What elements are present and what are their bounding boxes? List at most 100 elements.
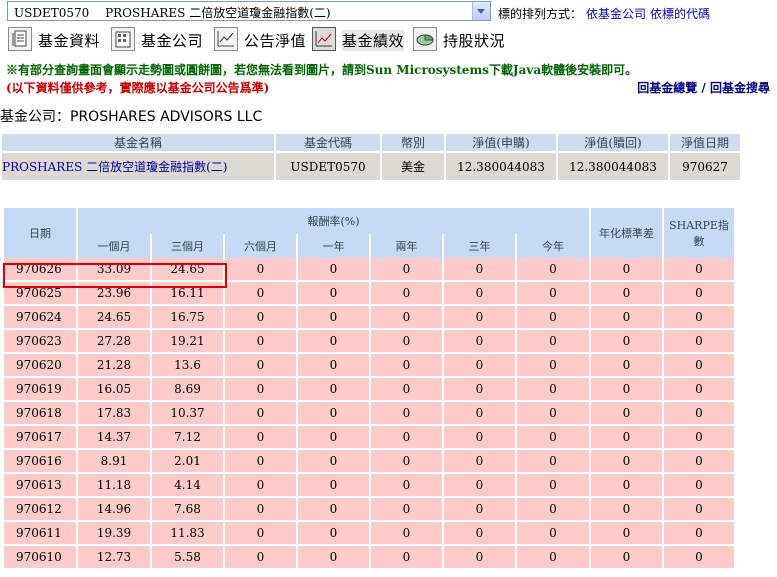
row-value: 0 <box>225 378 296 402</box>
row-value: 0 <box>591 522 662 546</box>
row-value: 0 <box>664 498 734 522</box>
row-value: 17.83 <box>78 402 150 426</box>
nav-subscribe-value: 12.380044083 <box>446 153 556 180</box>
row-value: 8.69 <box>152 378 223 402</box>
fund-select[interactable]: USDET0570 PROSHARES 二倍放空道瓊金融指數(二) <box>7 1 491 21</box>
row-value: 0 <box>444 474 515 498</box>
fund-overview-link[interactable]: 回基金總覽 <box>637 81 697 95</box>
row-date: 970617 <box>4 426 76 450</box>
row-value: 0 <box>444 498 515 522</box>
row-value: 0 <box>298 546 369 570</box>
row-value: 0 <box>371 498 442 522</box>
row-value: 0 <box>298 378 369 402</box>
header-period-3m: 三個月 <box>152 234 223 258</box>
row-date: 970618 <box>4 402 76 426</box>
row-date: 970616 <box>4 450 76 474</box>
row-value: 0 <box>517 402 589 426</box>
table-row: 970623 27.28 19.21 0 0 0 0 0 0 0 <box>4 330 734 354</box>
row-value: 0 <box>298 474 369 498</box>
row-value: 11.18 <box>78 474 150 498</box>
row-value: 7.68 <box>152 498 223 522</box>
row-value: 16.11 <box>152 282 223 306</box>
row-value: 0 <box>591 450 662 474</box>
header-return: 報酬率(%) <box>78 208 589 234</box>
row-value: 0 <box>444 522 515 546</box>
navigation-links: 回基金總覽 / 回基金搜尋 <box>637 79 770 96</box>
row-value: 0 <box>664 258 734 282</box>
sort-by-code-link[interactable]: 依標的代碼 <box>650 7 710 21</box>
row-value: 0 <box>591 306 662 330</box>
row-value: 0 <box>298 426 369 450</box>
table-row: 970625 23.96 16.11 0 0 0 0 0 0 0 <box>4 282 734 306</box>
row-value: 0 <box>371 282 442 306</box>
header-period-1m: 一個月 <box>78 234 150 258</box>
row-value: 0 <box>591 258 662 282</box>
sort-options: 標的排列方式： 依基金公司 依標的代碼 <box>498 5 710 22</box>
fund-search-link[interactable]: 回基金搜尋 <box>710 81 770 95</box>
row-value: 0 <box>664 378 734 402</box>
row-value: 14.96 <box>78 498 150 522</box>
row-value: 0 <box>225 426 296 450</box>
row-value: 0 <box>298 450 369 474</box>
link-separator: / <box>701 81 706 95</box>
fund-company-line: 基金公司：PROSHARES ADVISORS LLC <box>0 109 263 125</box>
row-value: 0 <box>591 474 662 498</box>
row-date: 970625 <box>4 282 76 306</box>
row-date: 970626 <box>4 258 76 282</box>
fund-select-value: USDET0570 PROSHARES 二倍放空道瓊金融指數(二) <box>14 6 331 20</box>
row-value: 0 <box>591 546 662 570</box>
row-value: 0 <box>298 258 369 282</box>
table-row: 970616 8.91 2.01 0 0 0 0 0 0 0 <box>4 450 734 474</box>
header-currency: 幣別 <box>382 134 444 151</box>
top-bar: USDET0570 PROSHARES 二倍放空道瓊金融指數(二) 標的排列方式… <box>0 0 777 24</box>
row-value: 0 <box>371 402 442 426</box>
row-value: 13.6 <box>152 354 223 378</box>
tab-label: 基金公司 <box>141 32 204 50</box>
row-value: 0 <box>591 498 662 522</box>
performance-chart-icon <box>312 27 336 51</box>
row-value: 0 <box>591 282 662 306</box>
building-icon <box>111 27 135 51</box>
row-value: 4.14 <box>152 474 223 498</box>
java-notice: ※有部分查詢畫面會顯示走勢圖或圓餅圖，若您無法看到圖片，請到Sun Micros… <box>6 61 637 78</box>
row-date: 970611 <box>4 522 76 546</box>
header-period-3y: 三年 <box>444 234 515 258</box>
row-value: 0 <box>371 426 442 450</box>
row-value: 0 <box>298 522 369 546</box>
row-value: 0 <box>591 402 662 426</box>
row-date: 970623 <box>4 330 76 354</box>
tab-label: 公告淨值 <box>244 32 307 50</box>
row-date: 970613 <box>4 474 76 498</box>
row-value: 11.83 <box>152 522 223 546</box>
row-value: 0 <box>298 354 369 378</box>
performance-table: 日期 報酬率(%) 年化標準差 SHARPE指數 一個月 三個月 六個月 一年 … <box>2 208 736 570</box>
table-row: 970626 33.09 24.65 0 0 0 0 0 0 0 <box>4 258 734 282</box>
row-value: 0 <box>517 426 589 450</box>
sort-by-company-link[interactable]: 依基金公司 <box>586 7 646 21</box>
row-value: 16.75 <box>152 306 223 330</box>
disclaimer-text: (以下資料僅供參考，實際應以基金公司公告爲準) <box>6 81 270 95</box>
header-annual-std: 年化標準差 <box>591 208 662 258</box>
row-value: 0 <box>664 306 734 330</box>
row-value: 0 <box>664 522 734 546</box>
row-value: 0 <box>517 282 589 306</box>
row-date: 970612 <box>4 498 76 522</box>
row-value: 0 <box>371 330 442 354</box>
row-value: 19.21 <box>152 330 223 354</box>
document-icon <box>8 27 32 51</box>
row-value: 0 <box>517 450 589 474</box>
notice-prefix: ※有部分查詢畫面會顯示走勢圖或圓餅圖，若您無法看到圖片，請到 <box>6 63 367 77</box>
row-date: 970619 <box>4 378 76 402</box>
row-value: 14.37 <box>78 426 150 450</box>
sun-microsystems-link[interactable]: Sun Microsystems <box>366 63 489 77</box>
row-value: 0 <box>664 546 734 570</box>
table-row: 970624 24.65 16.75 0 0 0 0 0 0 0 <box>4 306 734 330</box>
performance-rows: 970626 33.09 24.65 0 0 0 0 0 0 0 970625 23.96 16.11 0… <box>4 258 734 570</box>
header-period-1y: 一年 <box>298 234 369 258</box>
row-value: 0 <box>371 474 442 498</box>
chevron-down-icon[interactable] <box>472 2 490 20</box>
row-value: 0 <box>591 354 662 378</box>
fund-name-link[interactable]: PROSHARES 二倍放空道瓊金融指數(二) <box>2 153 274 180</box>
table-row: 970613 11.18 4.14 0 0 0 0 0 0 0 <box>4 474 734 498</box>
row-value: 0 <box>444 378 515 402</box>
